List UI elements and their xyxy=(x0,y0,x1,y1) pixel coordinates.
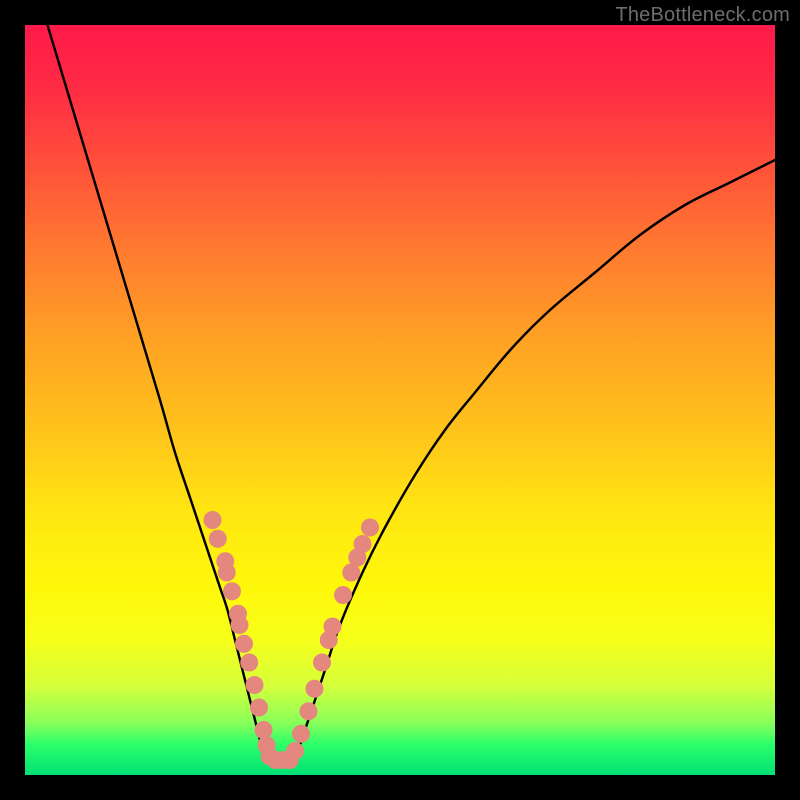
data-marker xyxy=(313,654,331,672)
data-marker xyxy=(235,635,253,653)
data-marker xyxy=(324,618,342,636)
data-marker xyxy=(300,702,318,720)
curve-right-curve xyxy=(295,160,775,760)
data-marker xyxy=(204,511,222,529)
chart-plot-area xyxy=(25,25,775,775)
watermark-text: TheBottleneck.com xyxy=(615,4,790,27)
data-marker xyxy=(286,742,304,760)
curve-left-curve xyxy=(48,25,266,760)
data-marker xyxy=(223,582,241,600)
data-marker xyxy=(209,530,227,548)
data-marker xyxy=(246,676,264,694)
chart-svg xyxy=(25,25,775,775)
data-marker xyxy=(361,519,379,537)
data-marker xyxy=(240,654,258,672)
data-marker xyxy=(292,725,310,743)
data-marker xyxy=(218,564,236,582)
data-marker xyxy=(306,680,324,698)
data-marker xyxy=(231,616,249,634)
data-marker xyxy=(255,721,273,739)
data-marker xyxy=(354,535,372,553)
data-marker xyxy=(334,586,352,604)
data-marker xyxy=(250,699,268,717)
